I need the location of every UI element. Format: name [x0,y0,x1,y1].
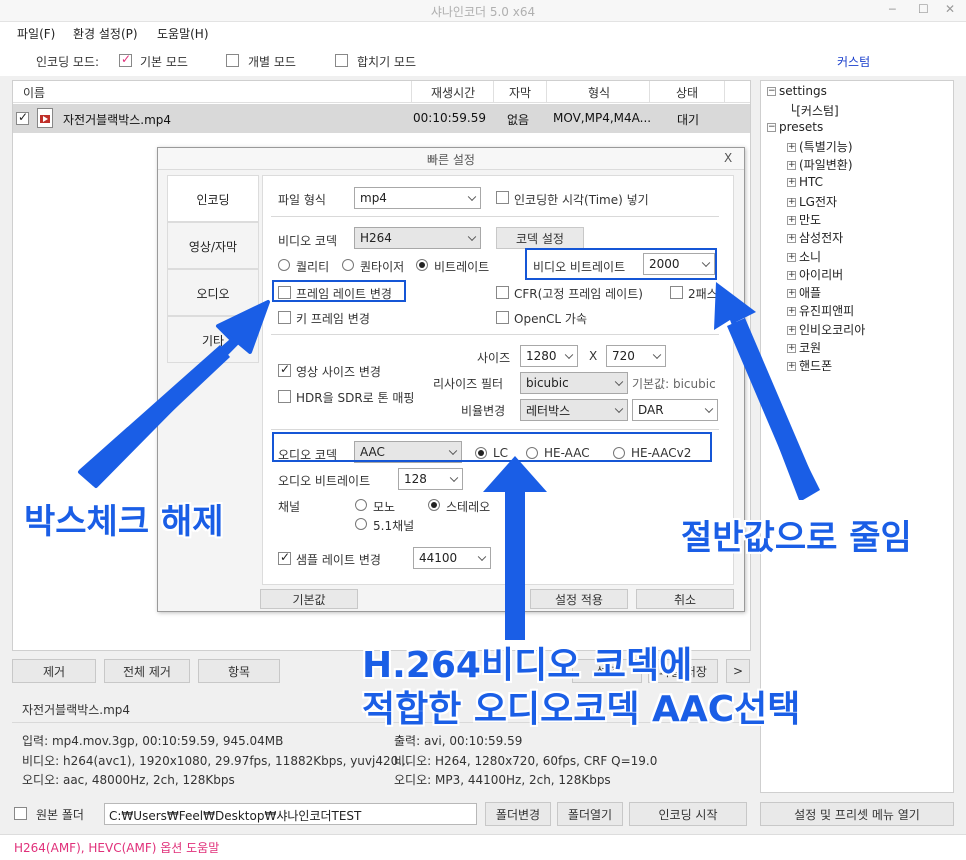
annotation-aac-line2: 적합한 오디오코덱 AAC선택 [362,689,801,730]
arrow-to-audio-codec [483,456,547,640]
annotation-half: 절반값으로 줄임 [681,518,912,558]
annotation-uncheck: 박스체크 해제 [24,502,224,542]
